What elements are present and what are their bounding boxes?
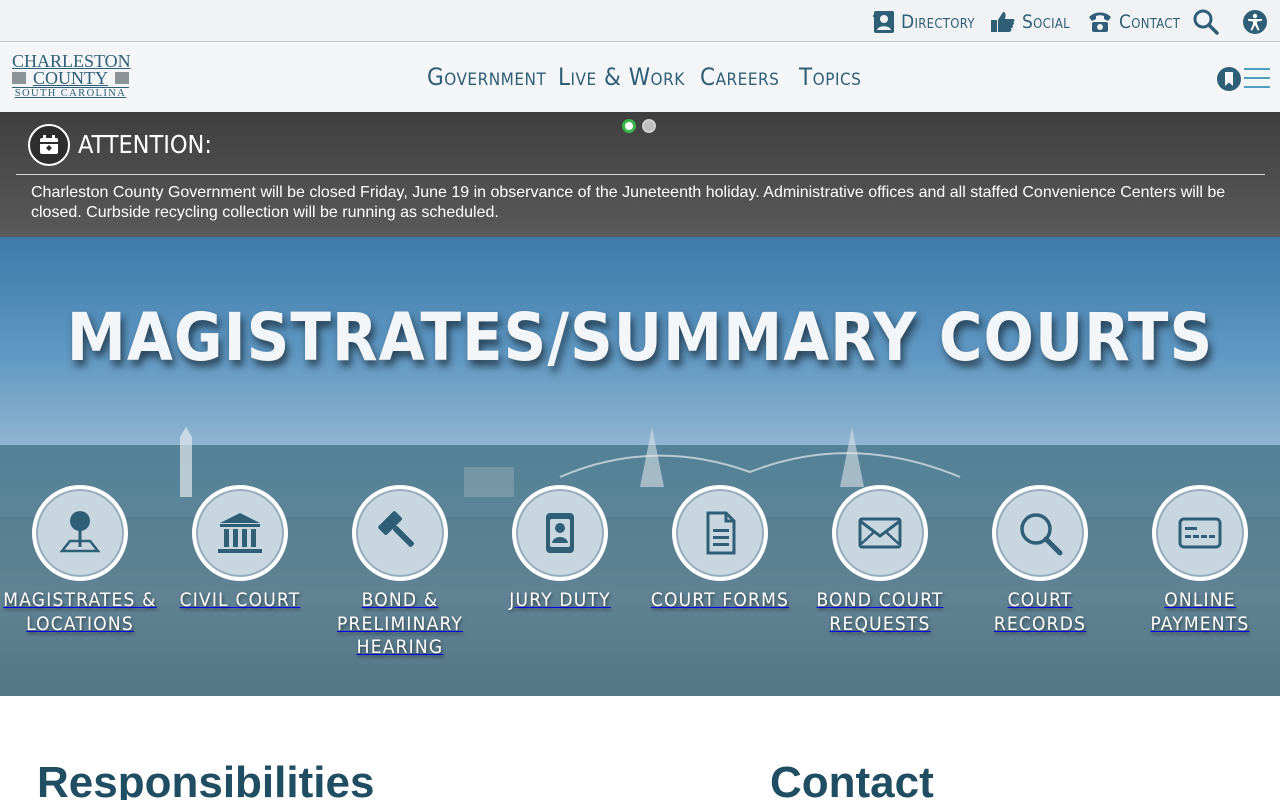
hero-banner: MAGISTRATES/SUMMARY COURTS Magistrates &… xyxy=(0,237,1280,696)
main-header: CHARLESTON COUNTY SOUTH CAROLINA Governm… xyxy=(0,43,1280,112)
attention-alert: ATTENTION: Charleston County Government … xyxy=(0,112,1280,237)
directory-link[interactable]: Directory xyxy=(873,8,975,36)
logo-line-2: COUNTY xyxy=(33,68,108,88)
contact-label: Contact xyxy=(1119,11,1181,33)
nav-careers[interactable]: Careers xyxy=(700,63,779,91)
accessibility-button[interactable] xyxy=(1241,8,1269,36)
tile-label: Court Forms xyxy=(650,589,790,611)
logo-line-2-row: COUNTY xyxy=(12,68,129,88)
alert-title: ATTENTION: xyxy=(78,130,212,159)
alert-text: Charleston County Government will be clo… xyxy=(31,184,1226,221)
envelope-icon xyxy=(832,485,928,581)
page-title: MAGISTRATES/SUMMARY COURTS xyxy=(66,299,1214,376)
search-icon xyxy=(1193,9,1219,35)
id-badge-icon xyxy=(512,485,608,581)
thumbs-up-icon xyxy=(991,12,1015,32)
map-pin-icon xyxy=(32,485,128,581)
utility-bar: Directory Social Contact xyxy=(0,0,1280,42)
courthouse-icon xyxy=(192,485,288,581)
contact-link[interactable]: Contact xyxy=(1087,8,1180,36)
search-icon xyxy=(992,485,1088,581)
contact-heading: Contact xyxy=(770,758,934,800)
directory-icon xyxy=(873,11,894,33)
tile-online-payments[interactable]: Online Payments xyxy=(1120,485,1280,636)
tile-civil-court[interactable]: Civil Court xyxy=(160,485,320,613)
document-icon xyxy=(672,485,768,581)
tile-bond-preliminary-hearing[interactable]: Bond & Preliminary Hearing xyxy=(320,485,480,660)
tile-label: Court Records xyxy=(993,589,1087,635)
tile-label: Magistrates & Locations xyxy=(3,589,157,635)
tile-jury-duty[interactable]: Jury Duty xyxy=(480,485,640,613)
logo-bar-left xyxy=(12,72,26,84)
gavel-icon xyxy=(352,485,448,581)
social-link[interactable]: Social xyxy=(990,8,1070,36)
slide-dot-2[interactable] xyxy=(642,119,656,133)
tile-label: Bond & Preliminary Hearing xyxy=(336,589,464,658)
calendar-alert-icon xyxy=(28,124,70,166)
slide-dot-1[interactable] xyxy=(622,119,636,133)
nav-topics[interactable]: Topics xyxy=(799,63,861,91)
hamburger-line xyxy=(1244,77,1270,79)
tile-label: Bond Court Requests xyxy=(816,589,944,635)
charleston-county-logo[interactable]: CHARLESTON COUNTY SOUTH CAROLINA xyxy=(12,52,132,101)
tile-court-records[interactable]: Court Records xyxy=(960,485,1120,636)
hamburger-line xyxy=(1244,86,1270,88)
tile-magistrates-locations[interactable]: Magistrates & Locations xyxy=(0,485,160,636)
hamburger-line xyxy=(1244,68,1270,70)
tile-bond-court-requests[interactable]: Bond Court Requests xyxy=(800,485,960,636)
nav-government[interactable]: Government xyxy=(427,63,546,91)
tile-label: Jury Duty xyxy=(509,589,611,611)
slide-dots xyxy=(622,119,656,133)
social-label: Social xyxy=(1022,11,1070,33)
credit-card-icon xyxy=(1152,485,1248,581)
phone-icon xyxy=(1089,12,1111,32)
tile-label: Online Payments xyxy=(1150,589,1250,635)
logo-bar-right xyxy=(115,72,129,84)
bookmark-button[interactable] xyxy=(1216,66,1242,92)
tile-label: Civil Court xyxy=(179,589,301,611)
directory-label: Directory xyxy=(901,11,975,33)
logo-line-3: SOUTH CAROLINA xyxy=(12,87,129,100)
bookmark-icon xyxy=(1217,67,1241,91)
search-button[interactable] xyxy=(1192,8,1220,36)
hamburger-menu-button[interactable] xyxy=(1244,68,1270,90)
alert-divider xyxy=(16,174,1265,175)
nav-live-work[interactable]: Live & Work xyxy=(558,63,685,91)
accessibility-icon xyxy=(1243,10,1267,34)
responsibilities-heading: Responsibilities xyxy=(37,758,375,800)
tile-court-forms[interactable]: Court Forms xyxy=(640,485,800,613)
